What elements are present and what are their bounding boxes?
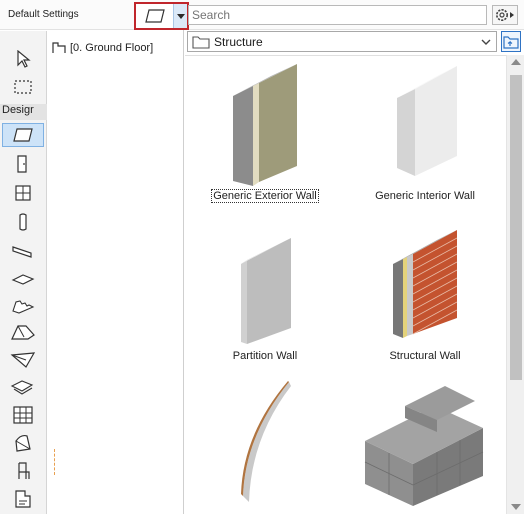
column-tool-button[interactable] xyxy=(2,210,44,234)
folder-up-icon xyxy=(503,35,519,49)
library-item-partition-wall[interactable]: Partition Wall xyxy=(185,216,345,376)
mesh-icon xyxy=(10,380,34,395)
zone-tool-button[interactable] xyxy=(2,487,44,511)
scroll-up-arrow-icon[interactable] xyxy=(511,59,521,65)
marquee-tool-button[interactable] xyxy=(2,75,44,99)
curtain-wall-icon xyxy=(13,406,33,424)
library-item-curved-wall[interactable] xyxy=(185,376,345,514)
story-icon xyxy=(52,42,66,53)
story-item-ground-floor[interactable]: [0. Ground Floor] xyxy=(51,41,153,55)
column-icon xyxy=(19,213,27,231)
curved-wall-thumbnail xyxy=(241,381,291,502)
app-window: Default Settings Desigr xyxy=(0,0,524,514)
design-section-label: Desigr xyxy=(0,104,47,120)
library-item-exterior-wall[interactable]: Generic Exterior Wall xyxy=(185,56,345,216)
item-label: Generic Exterior Wall xyxy=(211,189,319,203)
parent-folder-button[interactable] xyxy=(501,31,521,52)
stair-icon xyxy=(12,300,35,314)
window-icon xyxy=(15,185,31,201)
marquee-icon xyxy=(14,80,32,94)
stair-tool-button[interactable] xyxy=(2,294,44,318)
beam-tool-button[interactable] xyxy=(2,239,44,263)
library-item-structural-wall[interactable]: Structural Wall xyxy=(345,216,505,376)
item-label: Generic Interior Wall xyxy=(375,190,475,202)
story-label: [0. Ground Floor] xyxy=(70,42,154,54)
gear-icon xyxy=(496,9,514,21)
chevron-down-icon xyxy=(177,14,185,19)
shell-icon xyxy=(10,352,36,368)
arrow-tool-button[interactable] xyxy=(2,47,44,71)
panel-divider-marker xyxy=(54,449,62,475)
library-item-block-wall[interactable] xyxy=(345,376,505,514)
mesh-tool-button[interactable] xyxy=(2,375,44,399)
roof-tool-button[interactable] xyxy=(2,320,44,344)
door-icon xyxy=(17,155,27,173)
top-bar: Default Settings xyxy=(0,0,524,30)
window-tool-button[interactable] xyxy=(2,181,44,205)
beam-icon xyxy=(12,246,32,258)
library-panel: Structure Generic Exterior Wall Generic … xyxy=(183,30,524,514)
object-tool-button[interactable] xyxy=(2,459,44,483)
wall-icon xyxy=(145,9,165,23)
interior-wall-thumbnail xyxy=(397,66,457,176)
shell-tool-button[interactable] xyxy=(2,348,44,372)
morph-icon xyxy=(15,434,31,452)
library-scrollbar[interactable] xyxy=(506,55,524,514)
folder-icon xyxy=(192,35,210,49)
exterior-wall-thumbnail xyxy=(233,64,297,186)
structural-wall-thumbnail xyxy=(393,230,458,338)
wall-type-selector[interactable] xyxy=(134,2,189,30)
library-item-interior-wall[interactable]: Generic Interior Wall xyxy=(345,56,505,216)
folder-name: Structure xyxy=(214,34,263,49)
wall-type-dropdown-button[interactable] xyxy=(173,4,187,28)
zone-icon xyxy=(15,490,31,508)
scroll-thumb[interactable] xyxy=(510,75,522,380)
slab-tool-button[interactable] xyxy=(2,268,44,292)
item-label: Partition Wall xyxy=(232,350,298,362)
library-item-grid: Generic Exterior Wall Generic Interior W… xyxy=(185,55,506,514)
wall-tool-button[interactable] xyxy=(2,123,44,147)
arrow-icon xyxy=(17,50,31,68)
curtain-wall-tool-button[interactable] xyxy=(2,403,44,427)
roof-icon xyxy=(11,325,35,340)
settings-menu-button[interactable] xyxy=(492,5,518,25)
slab-icon xyxy=(11,274,35,285)
project-tree: [0. Ground Floor] xyxy=(48,31,183,514)
scroll-down-arrow-icon[interactable] xyxy=(511,504,521,510)
folder-dropdown[interactable]: Structure xyxy=(187,31,497,52)
default-settings-label: Default Settings xyxy=(8,9,79,20)
block-wall-thumbnail xyxy=(364,386,484,506)
toolbox: Desigr xyxy=(0,31,47,514)
door-tool-button[interactable] xyxy=(2,152,44,176)
search-input[interactable] xyxy=(188,5,487,25)
wall-icon xyxy=(13,128,33,142)
morph-tool-button[interactable] xyxy=(2,431,44,455)
partition-wall-thumbnail xyxy=(241,238,291,344)
item-label: Structural Wall xyxy=(389,350,461,362)
chair-icon xyxy=(18,462,30,479)
chevron-down-icon xyxy=(481,39,491,45)
